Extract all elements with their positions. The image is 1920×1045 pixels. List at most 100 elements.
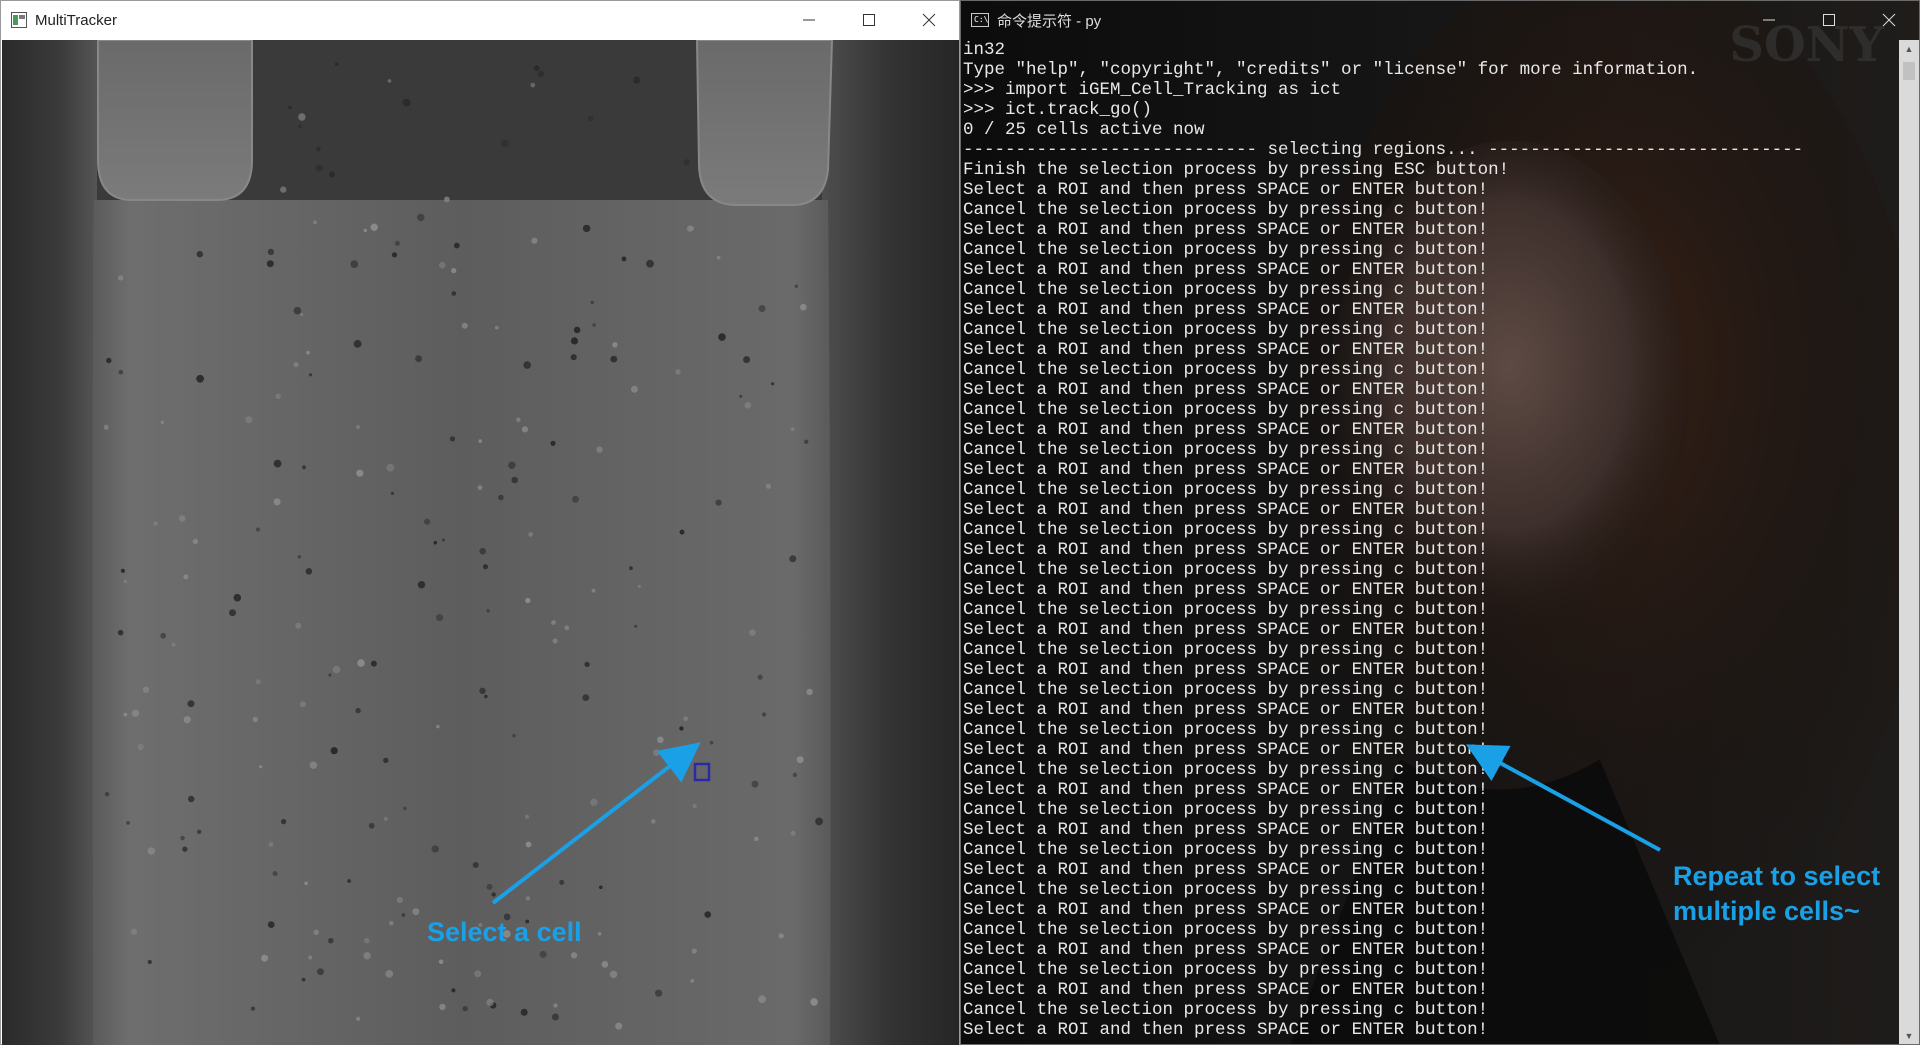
cell-dot: [491, 892, 496, 897]
cell-dot: [386, 463, 395, 472]
scroll-up-arrow-icon[interactable]: ▲: [1899, 40, 1919, 58]
console-line: Select a ROI and then press SPACE or ENT…: [963, 780, 1489, 800]
cell-dot: [178, 515, 186, 522]
cell-dot: [692, 803, 697, 809]
cell-dot: [483, 564, 488, 570]
minimize-button[interactable]: [779, 1, 839, 39]
console-line: Select a ROI and then press SPACE or ENT…: [963, 660, 1489, 680]
cell-dot: [391, 252, 398, 258]
multitracker-titlebar[interactable]: MultiTracker: [1, 1, 959, 39]
cell-dot: [273, 498, 281, 506]
cell-dot: [501, 139, 509, 148]
cell-dot: [187, 700, 195, 708]
cell-dot: [477, 485, 483, 490]
cell-dot: [313, 929, 319, 935]
cell-dot: [651, 819, 656, 824]
cell-dot: [690, 978, 695, 983]
cell-dot: [147, 847, 156, 855]
cell-dot: [316, 146, 321, 152]
console-line: Cancel the selection process by pressing…: [963, 360, 1489, 380]
close-button[interactable]: [899, 1, 959, 39]
cell-dot: [790, 830, 796, 836]
console-line: Cancel the selection process by pressing…: [963, 320, 1489, 340]
cell-dot: [806, 688, 813, 696]
cell-dot: [553, 1003, 558, 1008]
cell-dot: [675, 369, 681, 375]
cmd-titlebar[interactable]: C:\ 命令提示符 - py: [961, 1, 1919, 39]
cell-dot: [716, 255, 721, 260]
cell-dot: [123, 579, 128, 584]
cell-dot: [531, 237, 538, 244]
cell-dot: [472, 862, 479, 868]
cell-dot: [104, 792, 110, 797]
console-line: Finish the selection process by pressing…: [963, 160, 1510, 180]
cell-dot: [123, 712, 128, 717]
cell-dot: [353, 340, 362, 348]
microscope-image[interactable]: [2, 40, 959, 1045]
cell-dot: [245, 416, 253, 424]
console-line: Select a ROI and then press SPACE or ENT…: [963, 1020, 1489, 1040]
app-icon: [11, 12, 27, 28]
cell-dot: [118, 369, 124, 375]
cell-dot: [438, 959, 444, 965]
cell-dot: [758, 305, 766, 312]
cell-dot: [739, 394, 743, 398]
cell-dot: [117, 629, 124, 636]
cell-dot: [749, 629, 756, 636]
cell-dot: [479, 547, 487, 555]
cell-dot: [439, 1003, 446, 1011]
cell-dot: [525, 597, 531, 604]
cell-dot: [229, 609, 236, 617]
cell-dot: [183, 716, 191, 724]
console-line: Select a ROI and then press SPACE or ENT…: [963, 180, 1489, 200]
cell-dot: [686, 225, 694, 232]
cell-dot: [520, 1008, 528, 1016]
cell-dot: [743, 356, 751, 364]
cell-dot: [357, 659, 365, 667]
cell-dot: [451, 268, 457, 274]
cell-dot: [683, 716, 688, 721]
scrollbar-thumb[interactable]: [1903, 62, 1915, 80]
cell-dot: [363, 952, 371, 960]
cell-dot: [431, 845, 439, 853]
microscope-image-canvas[interactable]: [2, 40, 959, 1045]
cell-dot: [424, 518, 431, 525]
console-scrollbar[interactable]: ▲ ▼: [1899, 40, 1919, 1044]
cell-dot: [293, 306, 302, 315]
cell-dot: [153, 521, 158, 526]
cell-dot: [559, 879, 565, 885]
cell-dot: [255, 527, 261, 532]
cell-dot: [634, 624, 638, 628]
cell-dot: [142, 686, 150, 693]
cell-dot: [438, 261, 446, 269]
cell-dot: [524, 814, 530, 819]
cmd-maximize-button[interactable]: [1799, 1, 1859, 39]
cmd-minimize-button[interactable]: [1739, 1, 1799, 39]
cell-dot: [478, 439, 483, 443]
console-line: Cancel the selection process by pressing…: [963, 600, 1489, 620]
cell-dot: [252, 716, 258, 723]
cell-dot: [796, 756, 804, 764]
console-line: Select a ROI and then press SPACE or ENT…: [963, 980, 1489, 1000]
cell-dot: [297, 555, 302, 559]
maximize-icon: [863, 14, 875, 26]
console-line: Select a ROI and then press SPACE or ENT…: [963, 580, 1489, 600]
cell-dot: [461, 322, 468, 329]
cell-dot: [356, 469, 364, 477]
cell-dot: [758, 995, 766, 1004]
cell-dot: [302, 465, 306, 470]
maximize-button[interactable]: [839, 1, 899, 39]
cell-dot: [523, 361, 531, 369]
cmd-close-button[interactable]: [1859, 1, 1919, 39]
cell-dot: [288, 105, 292, 110]
scroll-down-arrow-icon[interactable]: ▼: [1899, 1027, 1919, 1044]
cell-dot: [251, 1006, 255, 1011]
cell-dot: [183, 574, 189, 580]
cell-dot: [789, 555, 797, 563]
cell-dot: [679, 726, 684, 731]
cell-dot: [295, 622, 302, 629]
cell-dot: [462, 1005, 468, 1012]
cell-dot: [539, 950, 547, 958]
console-line: Cancel the selection process by pressing…: [963, 840, 1489, 860]
cell-dot: [301, 977, 306, 982]
